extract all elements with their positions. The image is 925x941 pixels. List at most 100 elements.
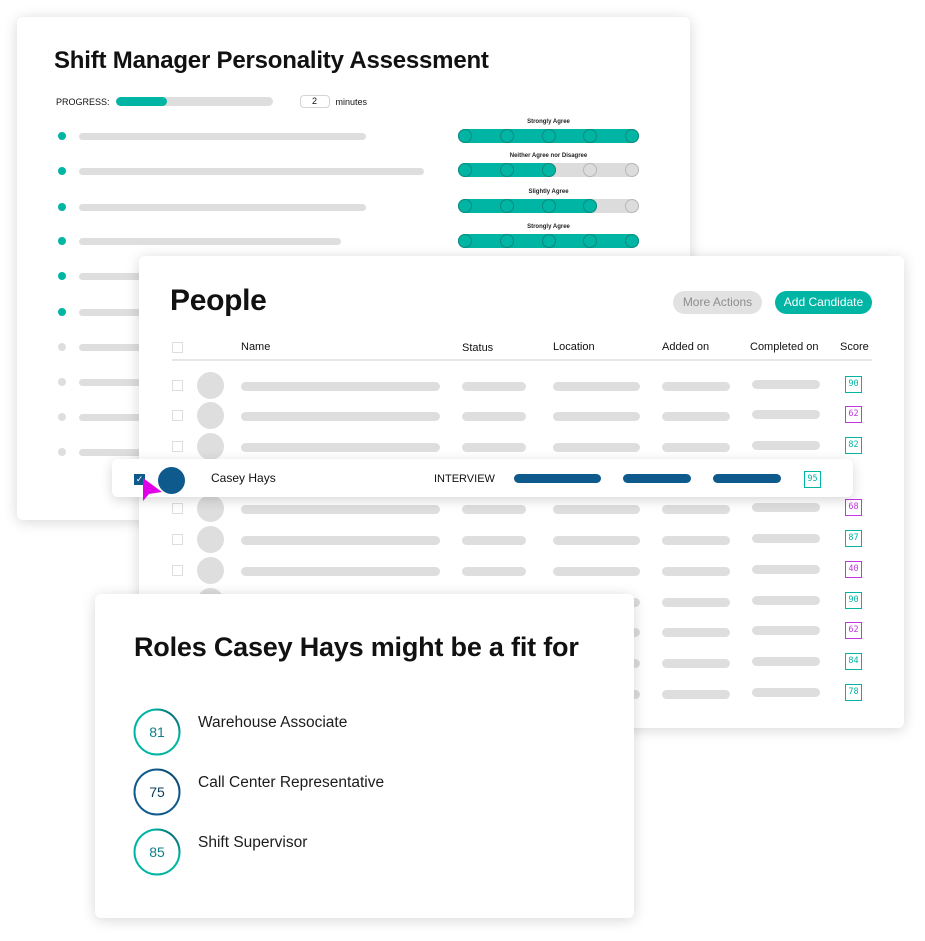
likert-option[interactable] [541, 234, 556, 248]
completed-on-placeholder [752, 626, 820, 635]
add-candidate-button[interactable]: Add Candidate [775, 291, 872, 314]
added-on-placeholder [662, 382, 730, 391]
column-location[interactable]: Location [553, 341, 595, 353]
added-on-placeholder [662, 505, 730, 514]
row-checkbox[interactable] [172, 534, 183, 545]
added-on-placeholder [662, 567, 730, 576]
likert-track[interactable] [458, 199, 639, 213]
likert-selected-label: Strongly Agree [527, 224, 570, 230]
table-row[interactable]: 68 [172, 495, 872, 522]
progress-fill [115, 97, 168, 106]
column-name[interactable]: Name [241, 341, 270, 353]
candidate-name[interactable]: Casey Hays [211, 471, 276, 485]
added-on-placeholder [662, 659, 730, 668]
column-completed-on[interactable]: Completed on [750, 341, 819, 353]
unanswered-indicator [58, 448, 66, 456]
likert-option[interactable] [583, 163, 598, 177]
likert-scale[interactable]: Neither Agree nor Disagree [458, 152, 639, 177]
likert-option[interactable] [625, 163, 639, 177]
question-item[interactable] [58, 166, 424, 176]
likert-option[interactable] [499, 234, 514, 248]
row-checkbox[interactable] [172, 410, 183, 421]
status-placeholder [462, 412, 526, 421]
table-row[interactable]: 82 [172, 433, 872, 460]
select-all-checkbox[interactable] [172, 342, 183, 353]
completed-on-placeholder [752, 657, 820, 666]
likert-option[interactable] [583, 199, 598, 213]
likert-option[interactable] [625, 129, 639, 143]
role-name[interactable]: Warehouse Associate [198, 714, 347, 732]
status-placeholder [462, 567, 526, 576]
likert-scale[interactable]: Slightly Agree [458, 188, 639, 213]
likert-option[interactable] [541, 163, 556, 177]
added-on-bar [623, 474, 691, 483]
role-item[interactable]: 81 Warehouse Associate [133, 708, 593, 756]
table-header: Name Status Location Added on Completed … [172, 340, 872, 361]
row-checkbox[interactable] [172, 380, 183, 391]
name-placeholder [241, 382, 440, 391]
avatar [197, 402, 224, 429]
selected-candidate-row[interactable]: ✓ Casey Hays INTERVIEW 95 [112, 459, 853, 501]
likert-fill [458, 199, 598, 213]
avatar [197, 526, 224, 553]
role-name[interactable]: Call Center Representative [198, 774, 384, 792]
role-item[interactable]: 85 Shift Supervisor [133, 828, 593, 876]
score-badge: 78 [845, 684, 862, 701]
score-badge: 62 [845, 622, 862, 639]
answered-indicator [58, 308, 66, 316]
question-item[interactable] [58, 202, 366, 212]
likert-option[interactable] [499, 129, 514, 143]
completed-on-placeholder [752, 565, 820, 574]
likert-scale[interactable]: Strongly Agree [458, 118, 639, 143]
likert-option[interactable] [499, 199, 514, 213]
score-badge: 40 [845, 561, 862, 578]
role-item[interactable]: 75 Call Center Representative [133, 768, 593, 816]
avatar [197, 557, 224, 584]
answered-indicator [58, 132, 66, 140]
location-placeholder [553, 536, 640, 545]
likert-track[interactable] [458, 129, 639, 143]
likert-option[interactable] [625, 234, 639, 248]
table-row[interactable]: 87 [172, 526, 872, 553]
row-checkbox[interactable] [172, 565, 183, 576]
likert-option[interactable] [499, 163, 514, 177]
role-name[interactable]: Shift Supervisor [198, 834, 307, 852]
question-item[interactable] [58, 131, 366, 141]
likert-option[interactable] [458, 234, 472, 248]
likert-track[interactable] [458, 163, 639, 177]
minutes-value: 2 [299, 95, 330, 108]
column-added-on[interactable]: Added on [662, 341, 709, 353]
likert-scale[interactable]: Strongly Agree [458, 223, 639, 248]
likert-option[interactable] [458, 199, 472, 213]
question-item[interactable] [58, 236, 341, 246]
added-on-placeholder [662, 536, 730, 545]
score-badge: 84 [845, 653, 862, 670]
completed-on-placeholder [752, 596, 820, 605]
status-placeholder [462, 505, 526, 514]
added-on-placeholder [662, 412, 730, 421]
score-badge: 90 [845, 376, 862, 393]
likert-option[interactable] [625, 199, 639, 213]
row-checkbox[interactable] [172, 441, 183, 452]
table-row[interactable]: 40 [172, 557, 872, 584]
role-fit-score: 85 [149, 844, 165, 860]
likert-option[interactable] [458, 163, 472, 177]
score-badge: 68 [845, 499, 862, 516]
name-placeholder [241, 505, 440, 514]
more-actions-button[interactable]: More Actions [673, 291, 762, 314]
column-score[interactable]: Score [840, 341, 869, 353]
table-row[interactable]: 90 [172, 372, 872, 399]
added-on-placeholder [662, 628, 730, 637]
progress-bar [115, 97, 273, 106]
likert-option[interactable] [458, 129, 472, 143]
row-checkbox[interactable] [172, 503, 183, 514]
roles-title: Roles Casey Hays might be a fit for [134, 632, 579, 662]
likert-option[interactable] [541, 129, 556, 143]
table-row[interactable]: 62 [172, 402, 872, 429]
status-placeholder [462, 536, 526, 545]
likert-selected-label: Neither Agree nor Disagree [509, 153, 588, 159]
likert-option[interactable] [541, 199, 556, 213]
score-badge: 90 [845, 592, 862, 609]
column-status[interactable]: Status [462, 342, 493, 354]
likert-track[interactable] [458, 234, 639, 248]
